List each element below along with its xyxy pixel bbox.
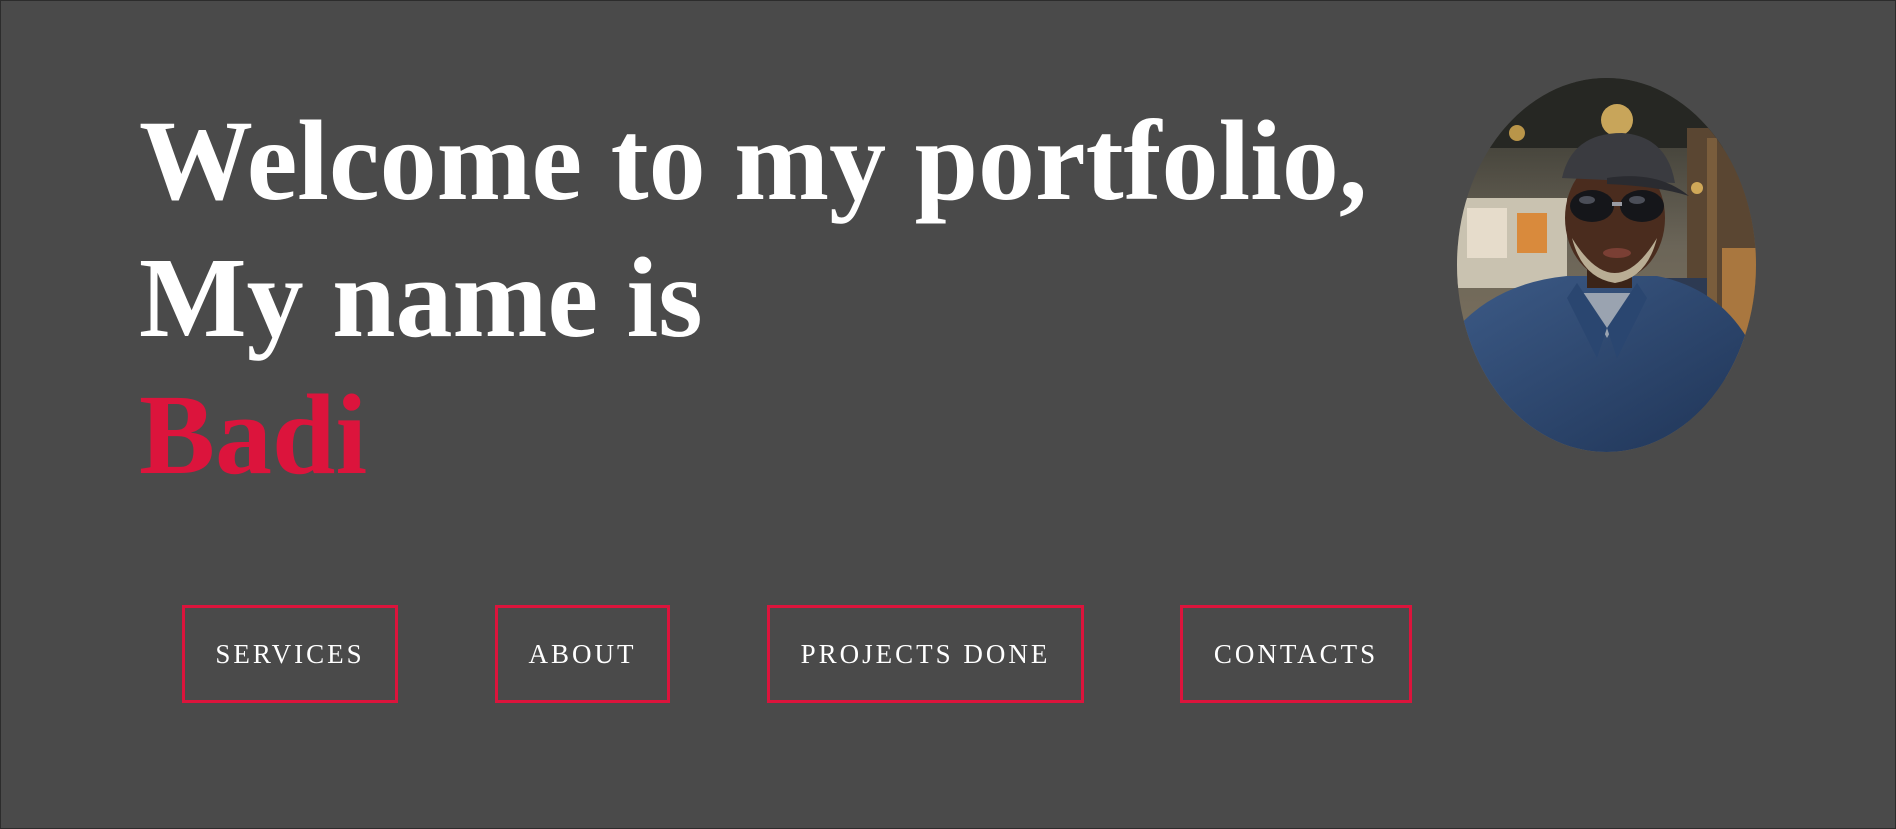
- hero-welcome-line: Welcome to my portfolio,: [139, 97, 1368, 224]
- services-button[interactable]: SERVICES: [182, 605, 398, 703]
- about-button[interactable]: ABOUT: [495, 605, 670, 703]
- projects-done-button[interactable]: PROJECTS DONE: [767, 605, 1084, 703]
- contacts-button[interactable]: CONTACTS: [1180, 605, 1412, 703]
- avatar-illustration: [1457, 78, 1756, 452]
- hero-name-intro: My name is: [139, 234, 703, 361]
- hero-name: Badi: [139, 371, 368, 498]
- hero-heading: Welcome to my portfolio, My name is Badi: [139, 92, 1367, 503]
- avatar-photo: [1457, 78, 1756, 452]
